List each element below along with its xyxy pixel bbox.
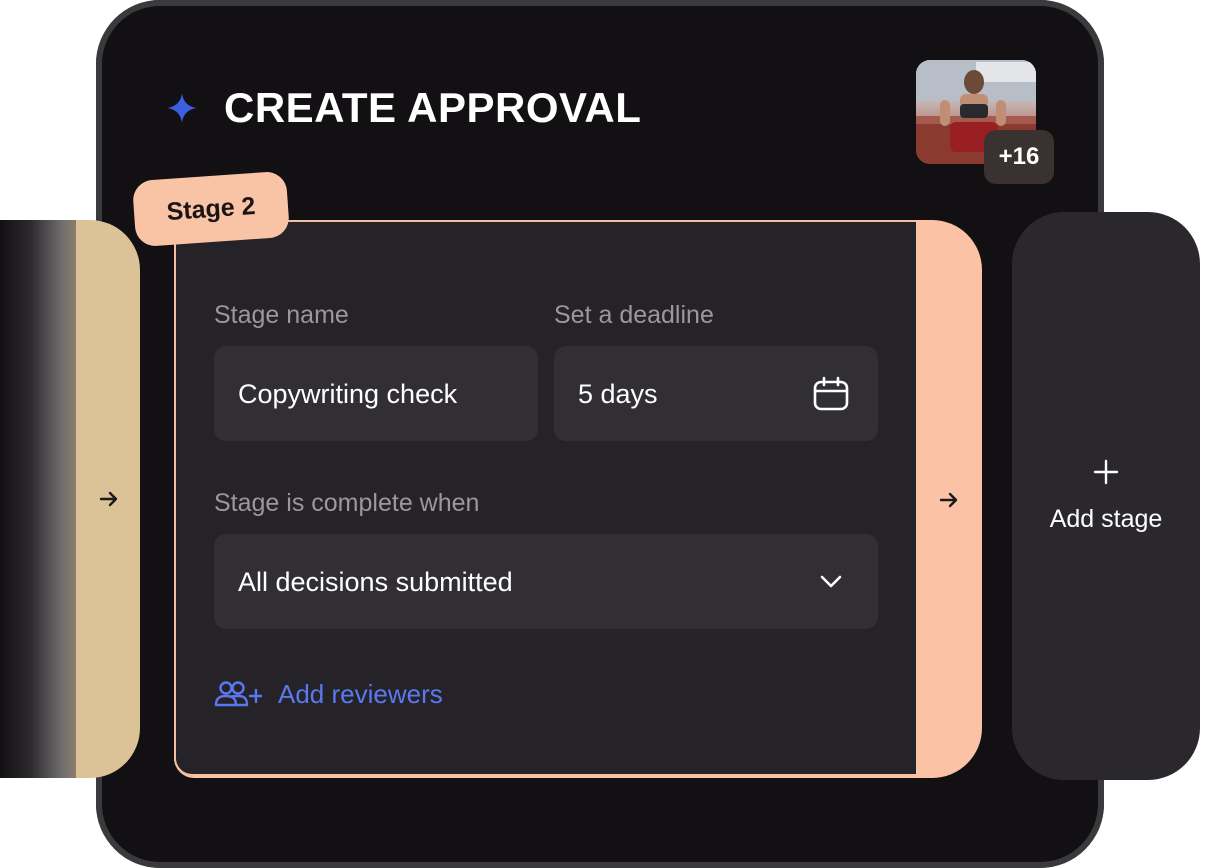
approval-builder: CREATE APPROVAL +16 Stage 2 Stage name S… — [0, 0, 1214, 868]
add-stage-button[interactable]: Add stage — [1012, 212, 1200, 780]
page-title: CREATE APPROVAL — [224, 84, 642, 131]
deadline-value: 5 days — [578, 378, 658, 409]
completion-condition-select[interactable]: All decisions submitted — [214, 534, 878, 629]
completion-label: Stage is complete when — [214, 489, 480, 517]
plus-icon — [1093, 459, 1119, 485]
header: CREATE APPROVAL — [166, 84, 641, 132]
add-reviewers-link[interactable]: Add reviewers — [214, 678, 443, 710]
stage-name-value: Copywriting check — [238, 378, 458, 409]
stage-name-label: Stage name — [214, 301, 349, 329]
sparkle-icon — [167, 93, 197, 123]
extra-participants-badge[interactable]: +16 — [984, 130, 1054, 184]
previous-stage-arrow-icon[interactable] — [94, 484, 124, 514]
calendar-icon[interactable] — [812, 376, 850, 412]
add-users-icon — [214, 681, 262, 707]
completion-condition-value: All decisions submitted — [238, 566, 513, 597]
stage-number-tag: Stage 2 — [131, 170, 291, 248]
add-reviewers-label: Add reviewers — [278, 679, 443, 709]
chevron-down-icon[interactable] — [820, 575, 842, 589]
deadline-label: Set a deadline — [554, 301, 714, 329]
deadline-field[interactable]: 5 days — [554, 346, 878, 441]
previous-stage-fade — [0, 220, 76, 778]
add-stage-label: Add stage — [1049, 505, 1163, 533]
stage-name-field[interactable]: Copywriting check — [214, 346, 538, 441]
next-stage-arrow-icon[interactable] — [934, 485, 964, 515]
previous-stage-card[interactable] — [0, 220, 140, 778]
